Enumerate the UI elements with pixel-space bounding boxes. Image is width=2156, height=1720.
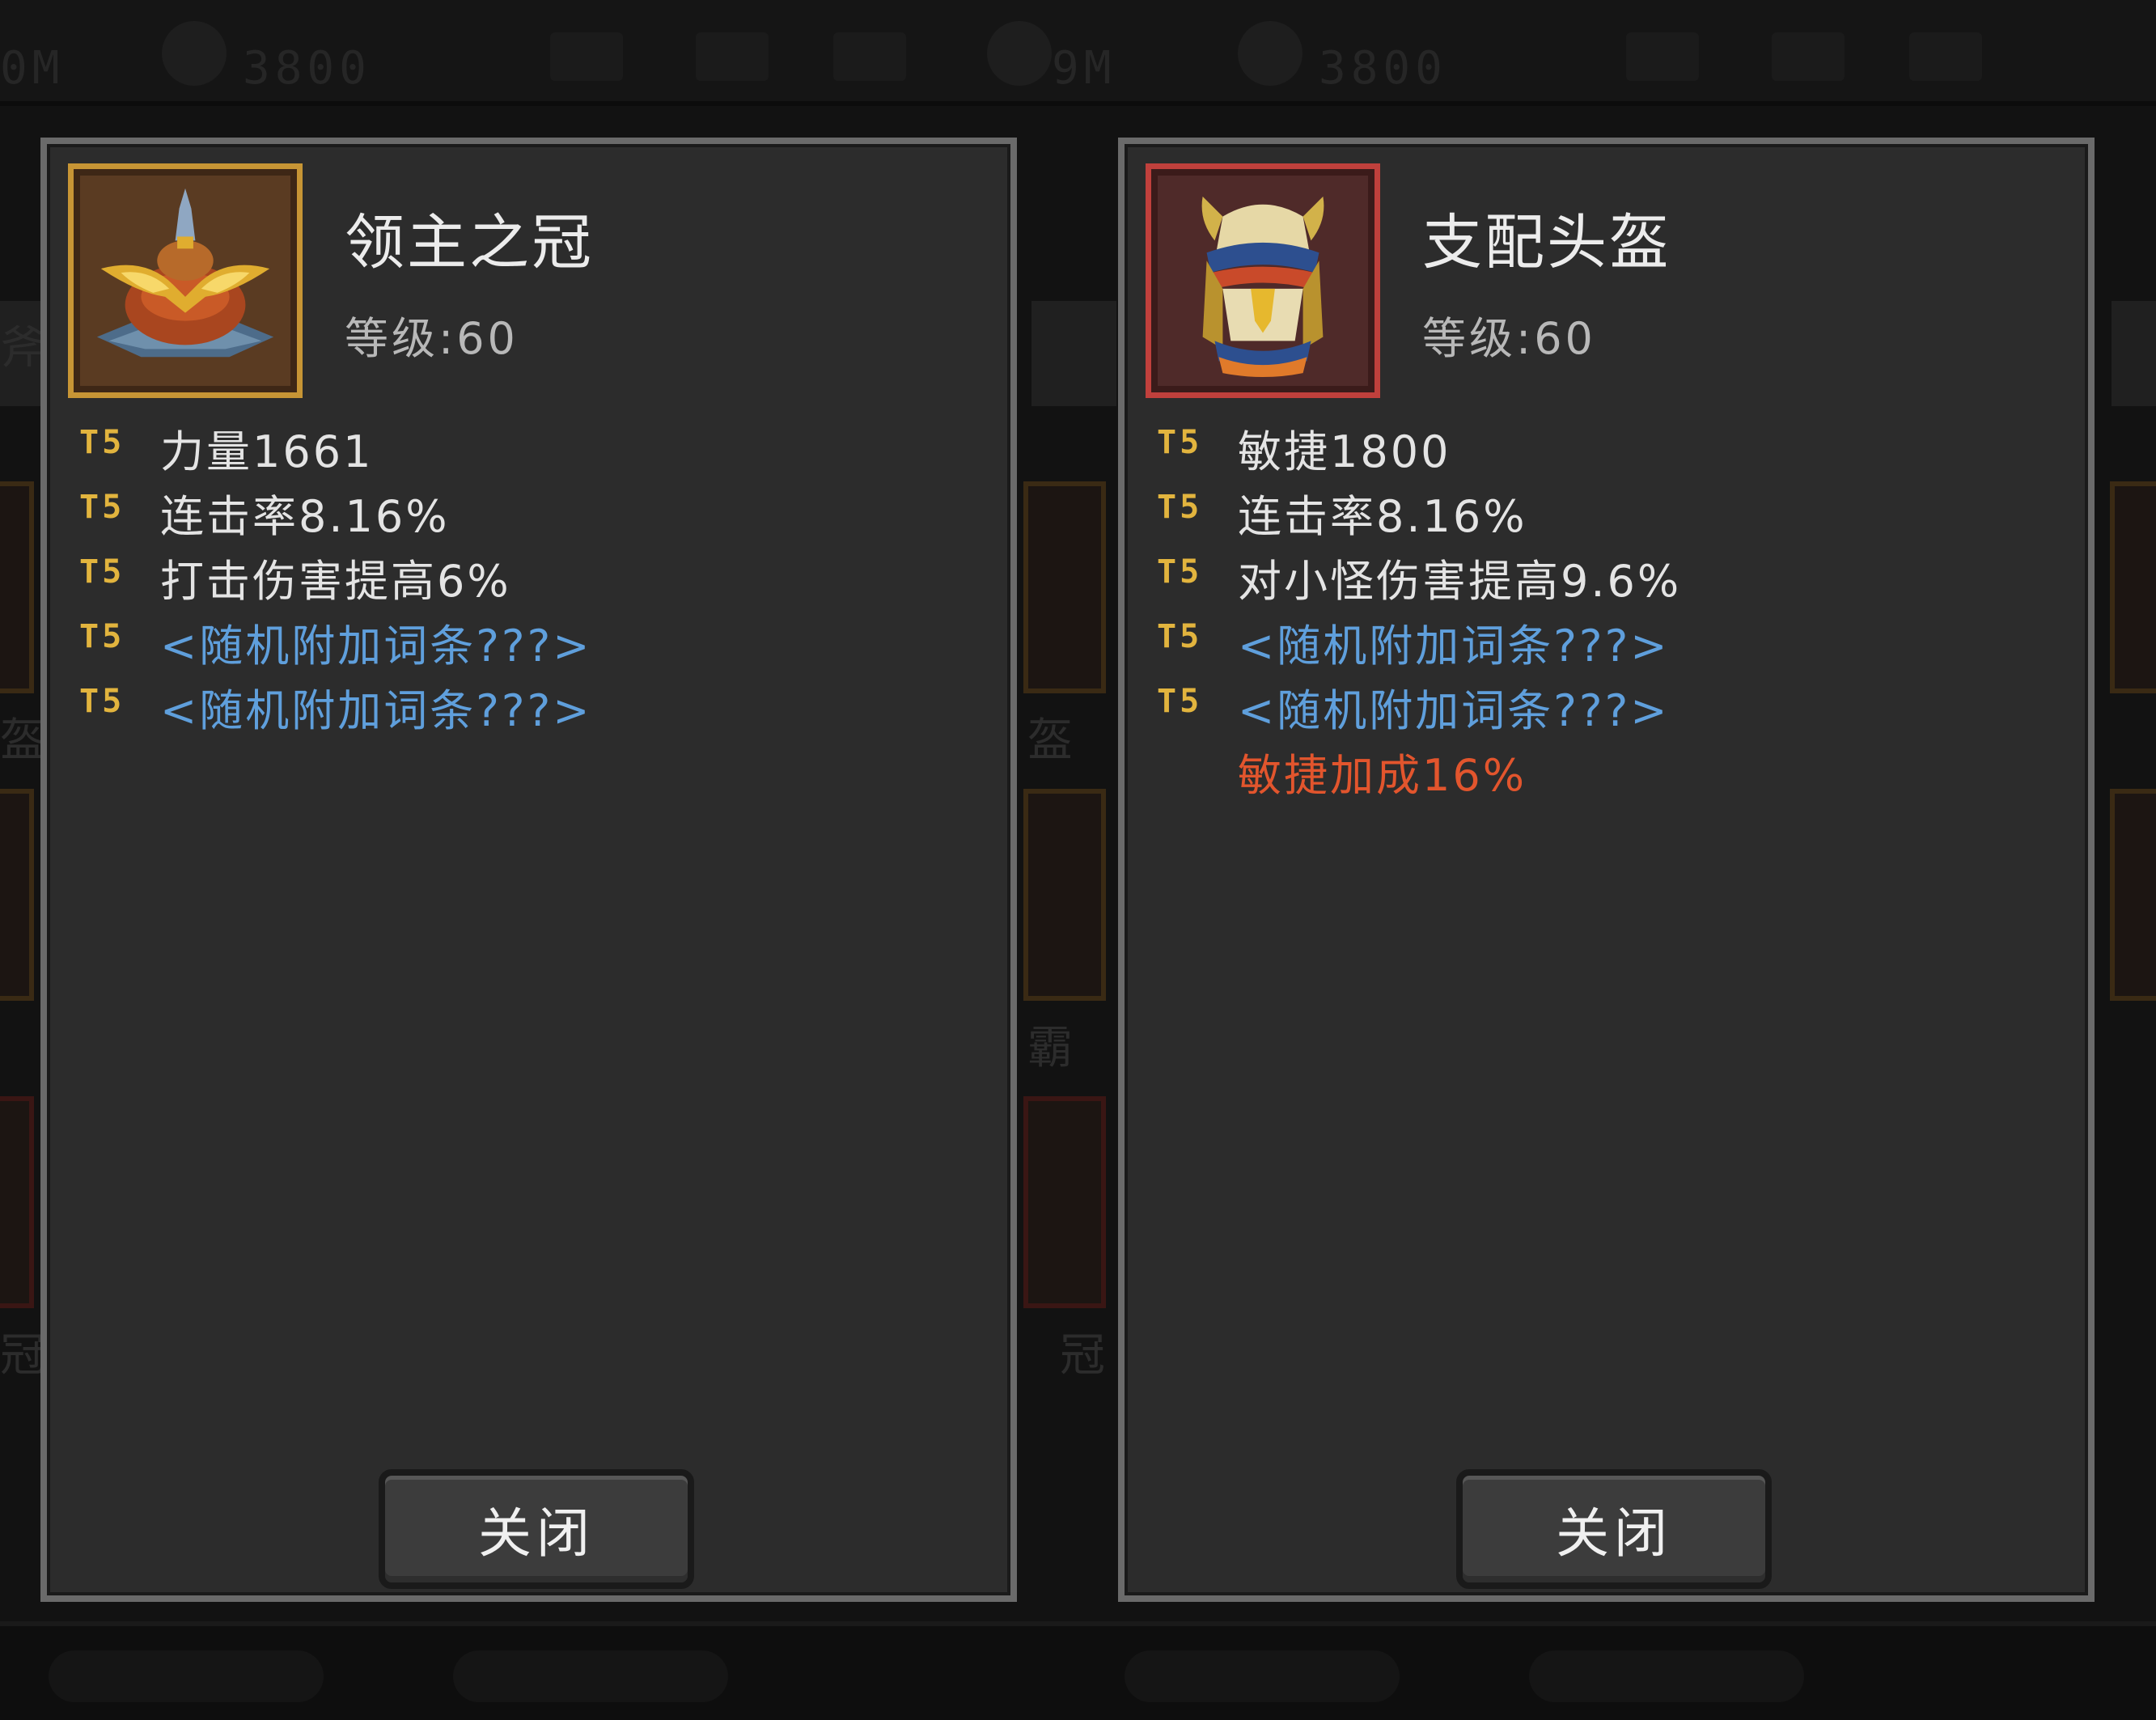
stat-row: T5 敏捷1800 — [1125, 411, 2088, 477]
background-button — [1125, 1650, 1400, 1702]
crown-icon — [96, 188, 274, 358]
mail-icon — [696, 32, 769, 81]
stat-text: 敏捷1800 — [1238, 426, 1451, 477]
background-label: 冠 — [1060, 1329, 1105, 1382]
background-label: 盔 — [0, 714, 45, 767]
stat-row: T5 打击伤害提高6% — [47, 540, 1010, 607]
background-slot — [2110, 481, 2156, 693]
stat-text: 对小怪伤害提高9.6% — [1238, 556, 1682, 607]
background-slot — [0, 1096, 34, 1308]
background-bottom-bar — [0, 1621, 2156, 1720]
tier-badge: T5 — [79, 618, 125, 655]
random-affix-text: <随机附加词条???> — [160, 685, 592, 736]
stat-row: T5 <随机附加词条???> — [1125, 670, 2088, 736]
stat-row: T5 <随机附加词条???> — [1125, 605, 2088, 671]
currency-icon — [162, 21, 227, 86]
background-currency: 3800 — [243, 42, 371, 95]
stat-text: 打击伤害提高6% — [160, 556, 511, 607]
background-timer: 9M — [1052, 42, 1116, 95]
stat-row: T5 对小怪伤害提高9.6% — [1125, 540, 2088, 607]
stat-row: T5 <随机附加词条???> — [47, 605, 1010, 671]
background-row — [1031, 301, 1116, 406]
random-affix-text: <随机附加词条???> — [1238, 685, 1670, 736]
mail-icon — [1772, 32, 1845, 81]
close-button[interactable]: 关闭 — [379, 1469, 694, 1589]
controller-icon — [1909, 32, 1982, 81]
background-slot — [1023, 789, 1106, 1001]
random-affix-text: <随机附加词条???> — [1238, 621, 1670, 671]
background-button — [1529, 1650, 1804, 1702]
tier-badge: T5 — [79, 489, 125, 526]
background-slot — [2110, 789, 2156, 1001]
stat-list: T5 力量1661 T5 连击率8.16% T5 打击伤害提高6% T5 <随机… — [47, 411, 1010, 736]
item-icon-frame — [68, 163, 303, 398]
stat-text: 连击率8.16% — [160, 491, 450, 542]
currency-icon — [1238, 21, 1302, 86]
background-label: 霸 — [1027, 1022, 1073, 1074]
background-label: 盔 — [1027, 714, 1073, 767]
controller-icon — [833, 32, 906, 81]
item-name: 支配头盔 — [1422, 208, 1671, 277]
item-tooltip-left: 领主之冠 等级:60 T5 力量1661 T5 连击率8.16% T5 打击伤害… — [40, 138, 1017, 1602]
item-icon-frame — [1146, 163, 1380, 398]
background-row — [2112, 301, 2156, 406]
random-affix-text: <随机附加词条???> — [160, 621, 592, 671]
background-slot — [1023, 1096, 1106, 1308]
tier-badge: T5 — [1157, 424, 1203, 461]
stat-row: T5 <随机附加词条???> — [47, 670, 1010, 736]
background-label: 斧 — [0, 322, 45, 375]
background-label: 冠 — [0, 1329, 45, 1382]
item-name: 领主之冠 — [345, 208, 594, 277]
tier-badge: T5 — [79, 424, 125, 461]
tier-badge: T5 — [1157, 683, 1203, 720]
tier-badge: T5 — [1157, 489, 1203, 526]
item-level: 等级:60 — [1422, 313, 1596, 364]
background-slot — [0, 481, 34, 693]
stat-row: T5 力量1661 — [47, 411, 1010, 477]
set-bonus-text: 敏捷加成16% — [1238, 750, 1527, 801]
background-button — [453, 1650, 728, 1702]
close-button[interactable]: 关闭 — [1456, 1469, 1772, 1589]
tier-badge: T5 — [1157, 618, 1203, 655]
stat-list: T5 敏捷1800 T5 连击率8.16% T5 对小怪伤害提高9.6% T5 … — [1125, 411, 2088, 801]
shop-icon — [550, 32, 623, 81]
item-tooltip-right: 支配头盔 等级:60 T5 敏捷1800 T5 连击率8.16% T5 对小怪伤… — [1118, 138, 2095, 1602]
stat-row: T5 连击率8.16% — [1125, 476, 2088, 542]
helmet-icon — [1201, 196, 1324, 378]
tier-badge: T5 — [79, 683, 125, 720]
stat-text: 连击率8.16% — [1238, 491, 1527, 542]
background-slot — [0, 789, 34, 1001]
item-level: 等级:60 — [345, 313, 519, 364]
tier-badge: T5 — [79, 553, 125, 591]
background-timer: 0M — [0, 42, 65, 95]
background-top-bar: 3800 9M 3800 0M — [0, 0, 2156, 106]
background-currency: 3800 — [1319, 42, 1447, 95]
background-button — [49, 1650, 324, 1702]
background-slot — [1023, 481, 1106, 693]
stat-row: T5 连击率8.16% — [47, 476, 1010, 542]
tier-badge: T5 — [1157, 553, 1203, 591]
shop-icon — [1626, 32, 1699, 81]
stat-row: 敏捷加成16% — [1125, 735, 2088, 801]
settings-icon — [987, 21, 1052, 86]
stat-text: 力量1661 — [160, 426, 374, 477]
